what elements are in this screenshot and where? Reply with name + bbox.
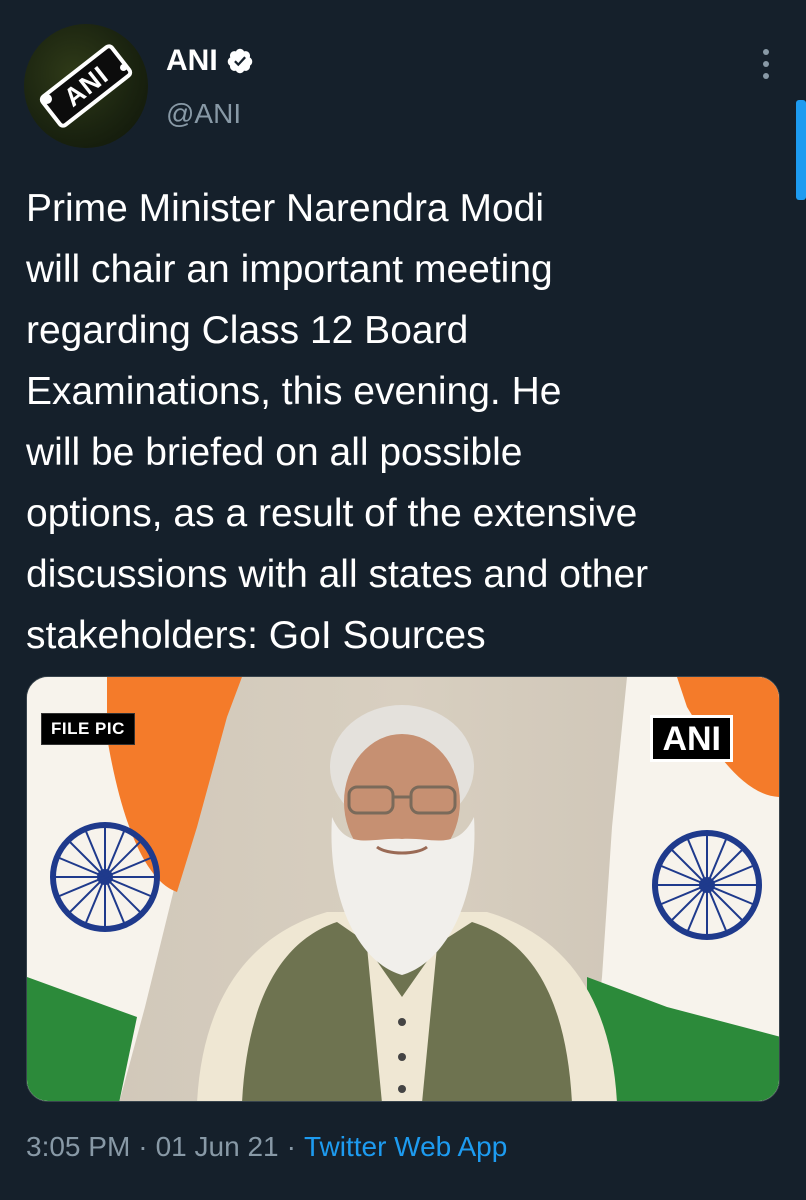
display-name[interactable]: ANI	[166, 44, 218, 78]
tweet-text-line: discussions with all states and other	[26, 553, 649, 596]
avatar-dot	[42, 94, 52, 104]
separator: ·	[138, 1131, 148, 1162]
tweet-media-image[interactable]: FILE PIC ANI	[26, 676, 780, 1102]
file-pic-badge: FILE PIC	[41, 713, 135, 745]
avatar-logo-text: ANI	[57, 59, 114, 113]
tweet-text-line: Prime Minister Narendra Modi	[26, 187, 544, 230]
scrollbar[interactable]	[796, 100, 806, 200]
author-handle[interactable]: @ANI	[166, 98, 241, 130]
tweet-card: ANI ANI @ANI Prime Minister Narendra Mod…	[0, 0, 806, 1200]
avatar[interactable]: ANI	[24, 24, 148, 148]
tweet-text-line: options, as a result of the extensive	[26, 492, 638, 535]
tweet-source-link[interactable]: Twitter Web App	[304, 1131, 507, 1163]
tweet-text: Prime Minister Narendra Modi will chair …	[26, 178, 786, 666]
ani-logo-icon: ANI	[37, 41, 135, 131]
tweet-time[interactable]: 3:05 PM	[26, 1131, 130, 1163]
ani-watermark-badge: ANI	[650, 715, 733, 762]
tweet-text-line: regarding Class 12 Board	[26, 309, 469, 352]
avatar-dot	[120, 64, 127, 71]
author-name-row[interactable]: ANI	[166, 44, 254, 78]
verified-badge-icon	[227, 48, 252, 74]
tweet-date[interactable]: 01 Jun 21	[156, 1131, 279, 1163]
tweet-text-line: stakeholders: GoI Sources	[26, 614, 486, 657]
tweet-text-line: Examinations, this evening. He	[26, 370, 562, 413]
tweet-meta: 3:05 PM · 01 Jun 21 · Twitter Web App	[26, 1131, 507, 1163]
tweet-text-line: will chair an important meeting	[26, 248, 553, 291]
separator: ·	[286, 1131, 296, 1162]
more-vertical-icon[interactable]	[752, 44, 780, 84]
tweet-text-line: will be briefed on all possible	[26, 431, 523, 474]
